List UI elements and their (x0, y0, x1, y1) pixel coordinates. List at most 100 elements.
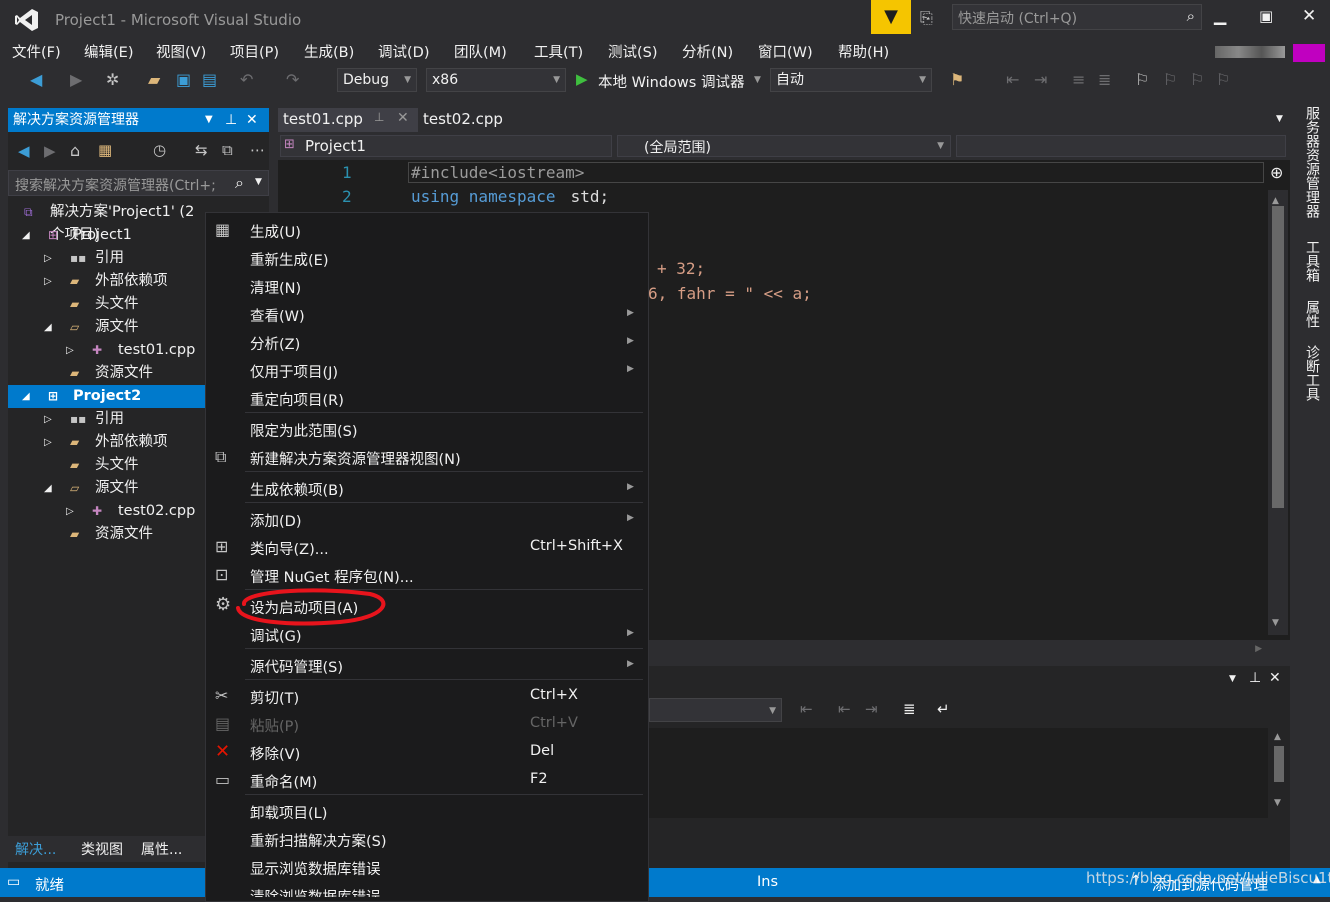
menu-item-cut[interactable]: 剪切(T) (250, 687, 299, 708)
comment-icon[interactable]: ≡ (1072, 70, 1085, 89)
menu-file[interactable]: 文件(F) (12, 41, 61, 62)
scrollbar-thumb[interactable] (1272, 206, 1284, 508)
menu-item-clear-db-errors[interactable]: 清除浏览数据库错误 (250, 886, 381, 897)
menu-window[interactable]: 窗口(W) (758, 41, 813, 62)
scroll-down-icon[interactable]: ▼ (1272, 618, 1279, 628)
menu-team[interactable]: 团队(M) (454, 41, 507, 62)
menu-item-view[interactable]: 查看(W) (250, 305, 305, 326)
scroll-up-icon[interactable]: ▲ (1272, 196, 1279, 206)
feedback-icon[interactable]: ⎘ (920, 8, 933, 28)
start-debugger-label[interactable]: 本地 Windows 调试器 (598, 71, 744, 92)
maximize-button[interactable]: ▣ (1259, 7, 1273, 25)
account-avatar[interactable] (1215, 44, 1325, 62)
uncomment-icon[interactable]: ≣ (1098, 70, 1111, 89)
menu-item-new-se-view[interactable]: 新建解决方案资源管理器视图(N) (250, 448, 461, 469)
close-icon[interactable]: ✕ (246, 108, 258, 132)
menu-item-rebuild[interactable]: 重新生成(E) (250, 249, 328, 270)
start-debug-icon[interactable]: ▶ (576, 70, 588, 88)
header-files-node[interactable]: ▰ 头文件 (8, 293, 205, 316)
sync-icon[interactable]: ⇆ (195, 141, 208, 159)
editor-split-icon[interactable]: ⊕ (1270, 163, 1283, 182)
menu-build[interactable]: 生成(B) (304, 41, 354, 62)
diagnostics-tab[interactable]: 诊断工具 (1298, 345, 1322, 401)
menu-item-retarget[interactable]: 重定向项目(R) (250, 389, 344, 410)
menu-test[interactable]: 测试(S) (608, 41, 658, 62)
open-file-icon[interactable]: ▰ (148, 70, 160, 89)
menu-item-clean[interactable]: 清理(N) (250, 277, 301, 298)
header-files-node[interactable]: ▰ 头文件 (8, 454, 205, 477)
chevron-down-icon[interactable]: ▼ (205, 108, 213, 132)
bookmark-icon[interactable]: ⚐ (1135, 70, 1149, 89)
file-node[interactable]: ▷ ✚ test01.cpp (8, 339, 205, 362)
project-nav-select[interactable]: ⊞ Project1 (280, 135, 612, 157)
pin-icon[interactable]: ⊥ (225, 108, 237, 132)
home-icon[interactable]: ⌂ (70, 141, 80, 160)
output-vertical-scrollbar[interactable]: ▲ ▼ (1270, 728, 1288, 818)
tab-solution-explorer[interactable]: 解决... (15, 839, 56, 859)
output-text-area[interactable] (649, 728, 1268, 818)
scrollbar-thumb[interactable] (1274, 746, 1284, 782)
references-node[interactable]: ▷ ▪▪ 引用 (8, 247, 205, 270)
menu-debug[interactable]: 调试(D) (378, 41, 429, 62)
clear-bookmarks-icon[interactable]: ⚐ (1216, 70, 1230, 89)
project-node[interactable]: ◢ ⊞ Project1 (8, 224, 205, 247)
scope-nav-select[interactable]: (全局范围) ▼ (617, 135, 951, 157)
next-bookmark-icon[interactable]: ⚐ (1190, 70, 1204, 89)
source-files-node[interactable]: ◢ ▱ 源文件 (8, 477, 205, 500)
save-icon[interactable]: ▣ (176, 70, 191, 89)
back-icon[interactable]: ◀ (30, 70, 42, 89)
editor-horizontal-scrollbar[interactable]: ▶ (649, 640, 1268, 660)
source-files-node[interactable]: ◢ ▱ 源文件 (8, 316, 205, 339)
prev-bookmark-icon[interactable]: ⚐ (1163, 70, 1177, 89)
solution-config-select[interactable]: 自动 ▼ (770, 68, 932, 92)
undo-icon[interactable]: ↶ (240, 70, 253, 89)
file-node[interactable]: ▷ ✚ test02.cpp (8, 500, 205, 523)
step-into-icon[interactable]: ⇤ (1006, 70, 1019, 89)
menu-project[interactable]: 项目(P) (230, 41, 279, 62)
solution-node[interactable]: ⧉ 解决方案'Project1' (2 个项目) (8, 201, 205, 243)
resource-files-node[interactable]: ▰ 资源文件 (8, 523, 205, 546)
properties-tab[interactable]: 属性 (1298, 300, 1322, 328)
save-all-icon[interactable]: ▤ (202, 70, 217, 89)
menu-view[interactable]: 视图(V) (156, 41, 206, 62)
external-deps-node[interactable]: ▷ ▰ 外部依赖项 (8, 431, 205, 454)
menu-item-debug[interactable]: 调试(G) (250, 625, 302, 646)
menu-tools[interactable]: 工具(T) (534, 41, 583, 62)
menu-item-remove[interactable]: 移除(V) (250, 743, 300, 764)
server-explorer-tab[interactable]: 服务器资源管理器 (1298, 106, 1322, 218)
properties-icon[interactable]: ⋯ (250, 141, 265, 159)
menu-item-project-only[interactable]: 仅用于项目(J) (250, 361, 338, 382)
configuration-select[interactable]: Debug ▼ (337, 68, 417, 92)
find-in-files-icon[interactable]: ⚑ (950, 70, 964, 89)
find-message-icon[interactable]: ⇤ (800, 700, 813, 718)
external-deps-node[interactable]: ▷ ▰ 外部依赖项 (8, 270, 205, 293)
project-node-selected[interactable]: ◢ ⊞ Project2 (8, 385, 205, 408)
pin-icon[interactable]: ⊥ (374, 110, 384, 124)
redo-icon[interactable]: ↷ (286, 70, 299, 89)
member-nav-select[interactable] (956, 135, 1286, 157)
references-node[interactable]: ▷ ▪▪ 引用 (8, 408, 205, 431)
tab-overflow-icon[interactable]: ▼ (1276, 114, 1283, 124)
forward-icon[interactable]: ▶ (44, 142, 56, 160)
menu-edit[interactable]: 编辑(E) (84, 41, 133, 62)
step-over-icon[interactable]: ⇥ (1034, 70, 1047, 89)
pending-changes-icon[interactable]: ◷ (153, 141, 166, 159)
menu-item-build[interactable]: 生成(U) (250, 221, 301, 242)
menu-item-build-dependencies[interactable]: 生成依赖项(B) (250, 479, 344, 500)
menu-item-add[interactable]: 添加(D) (250, 510, 301, 531)
minimize-button[interactable]: ▁ (1214, 6, 1226, 25)
platform-select[interactable]: x86 ▼ (426, 68, 566, 92)
collapse-all-icon[interactable]: ⧉ (222, 141, 233, 159)
resource-files-node[interactable]: ▰ 资源文件 (8, 362, 205, 385)
scroll-right-icon[interactable]: ▶ (1255, 644, 1262, 654)
prev-message-icon[interactable]: ⇤ (838, 700, 851, 718)
output-source-select[interactable]: ▼ (649, 698, 782, 722)
new-project-icon[interactable]: ✲ (106, 70, 119, 89)
menu-item-rename[interactable]: 重命名(M) (250, 771, 317, 792)
close-button[interactable]: ✕ (1302, 6, 1316, 26)
chevron-down-icon[interactable]: ▼ (255, 177, 262, 187)
menu-item-class-wizard[interactable]: 类向导(Z)... (250, 538, 329, 559)
word-wrap-icon[interactable]: ↵ (937, 700, 950, 718)
toolbox-tab[interactable]: 工具箱 (1298, 240, 1322, 282)
menu-item-rescan[interactable]: 重新扫描解决方案(S) (250, 830, 387, 851)
